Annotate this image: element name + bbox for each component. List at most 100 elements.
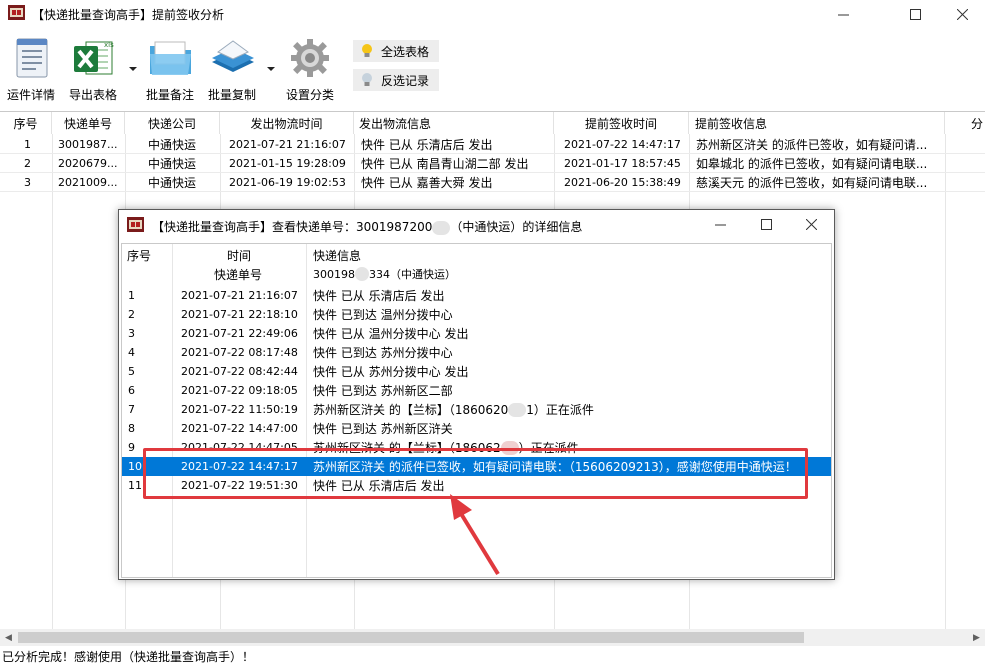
row-time: 2021-07-21 22:18:10 xyxy=(181,308,298,321)
row-time: 2021-07-22 09:18:05 xyxy=(181,384,298,397)
list-item[interactable]: 4 2021-07-22 08:17:48 快件 已到达 苏州分拨中心 xyxy=(122,343,831,362)
row-sign-time: 2021-07-22 14:47:17 xyxy=(564,138,681,151)
col-header-category[interactable]: 分 xyxy=(945,112,985,134)
row-sign-info: 慈溪天元 的派件已签收，如有疑问请电联... xyxy=(696,176,928,190)
waybill-detail-button[interactable]: 运件详情 xyxy=(6,34,58,102)
batch-copy-button[interactable]: 批量复制 xyxy=(206,34,260,102)
row-time: 2021-07-21 22:49:06 xyxy=(181,327,298,340)
row-sign-time: 2021-01-17 18:57:45 xyxy=(564,157,681,170)
row-info: 快件 已到达 苏州新区浒关 xyxy=(313,422,453,436)
col-header-sign-info[interactable]: 提前签收信息 xyxy=(689,112,945,134)
maximize-icon xyxy=(760,218,772,230)
folder-icon xyxy=(150,41,191,75)
annotation-arrow-icon xyxy=(450,494,500,576)
row-company: 中通快运 xyxy=(148,176,197,190)
redacted-mark xyxy=(432,220,451,235)
row-ship-info: 快件 已从 乐清店后 发出 xyxy=(361,138,493,152)
row-ship-time: 2021-06-19 19:02:53 xyxy=(229,176,346,189)
minimize-icon xyxy=(714,224,726,225)
dialog-maximize-button[interactable] xyxy=(743,210,789,238)
col-header-info[interactable]: 快递信息 xyxy=(313,246,361,264)
gear-icon xyxy=(291,39,329,77)
row-time: 2021-07-22 08:17:48 xyxy=(181,346,298,359)
row-info: 快件 已到达 温州分拨中心 xyxy=(313,308,453,322)
row-index: 10 xyxy=(128,460,142,473)
row-index: 4 xyxy=(128,346,135,359)
row-company: 中通快运 xyxy=(148,157,197,171)
invert-selection-button[interactable]: 反选记录 xyxy=(353,69,439,91)
copy-stack-icon xyxy=(212,40,254,72)
row-tracking: 2021009... xyxy=(58,176,118,189)
horizontal-scrollbar[interactable]: ◀ ▶ xyxy=(0,629,985,646)
row-index: 7 xyxy=(128,403,135,416)
lightbulb-icon xyxy=(362,44,372,57)
toolbar: 运件详情 xls 导出表格 批量备注 批量复制 设置分类 全选表格 反选记录 xyxy=(0,30,985,106)
list-item[interactable]: 7 2021-07-22 11:50:19 苏州新区浒关 的【兰标】（18606… xyxy=(122,400,831,419)
status-bar: 已分析完成！感谢使用（快递批量查询高手）！ xyxy=(2,650,255,664)
dialog-minimize-button[interactable] xyxy=(697,210,743,238)
scroll-right-icon[interactable]: ▶ xyxy=(968,629,985,646)
waybill-detail-label: 运件详情 xyxy=(7,88,56,102)
col-header-company[interactable]: 快递公司 xyxy=(125,112,220,134)
tracking-number-value: 300198 334（中通快运） xyxy=(313,267,456,281)
list-item[interactable]: 3 2021-07-21 22:49:06 快件 已从 温州分拨中心 发出 xyxy=(122,324,831,343)
col-header-sign-time[interactable]: 提前签收时间 xyxy=(554,112,689,134)
row-sign-info: 如皋城北 的派件已签收，如有疑问请电联... xyxy=(696,157,928,171)
col-header-ship-time[interactable]: 发出物流时间 xyxy=(220,112,354,134)
row-index: 2 xyxy=(24,157,31,170)
scrollbar-thumb[interactable] xyxy=(18,632,804,643)
row-info: 苏州新区浒关 的【兰标】（1860620 1）正在派件 xyxy=(313,402,594,417)
svg-text:xls: xls xyxy=(104,41,114,49)
list-item[interactable]: 5 2021-07-22 08:42:44 快件 已从 苏州分拨中心 发出 xyxy=(122,362,831,381)
row-index: 1 xyxy=(24,138,31,151)
batch-note-label: 批量备注 xyxy=(146,88,195,102)
row-sign-info: 苏州新区浒关 的派件已签收，如有疑问请... xyxy=(696,138,928,152)
row-ship-info: 快件 已从 南昌青山湖二部 发出 xyxy=(361,157,529,171)
list-item[interactable]: 2 2021-07-21 22:18:10 快件 已到达 温州分拨中心 xyxy=(122,305,831,324)
row-info: 快件 已到达 苏州新区二部 xyxy=(313,384,453,398)
col-header-index[interactable]: 序号 xyxy=(0,112,52,134)
col-header-index[interactable]: 序号 xyxy=(127,246,151,264)
set-category-button[interactable]: 设置分类 xyxy=(282,34,338,102)
batch-note-button[interactable]: 批量备注 xyxy=(144,34,198,102)
row-ship-info: 快件 已从 嘉善大舜 发出 xyxy=(361,176,493,190)
select-all-button[interactable]: 全选表格 xyxy=(353,40,439,62)
row-sign-time: 2021-06-20 15:38:49 xyxy=(564,176,681,189)
row-index: 2 xyxy=(128,308,135,321)
dialog-close-button[interactable] xyxy=(788,210,834,238)
export-table-label: 导出表格 xyxy=(69,88,118,102)
list-item[interactable]: 8 2021-07-22 14:47:00 快件 已到达 苏州新区浒关 xyxy=(122,419,831,438)
minimize-icon xyxy=(837,14,849,15)
tracking-number-label: 快递单号 xyxy=(214,267,263,282)
row-index: 8 xyxy=(128,422,135,435)
row-index: 1 xyxy=(128,289,135,302)
copy-dropdown-icon[interactable] xyxy=(266,64,276,74)
maximize-icon xyxy=(909,8,921,20)
row-info: 快件 已从 乐清店后 发出 xyxy=(313,289,445,303)
minimize-button[interactable] xyxy=(820,0,866,28)
title-bar: 【快递批量查询高手】提前签收分析 xyxy=(0,0,985,28)
row-index: 5 xyxy=(128,365,135,378)
select-all-label: 全选表格 xyxy=(381,44,430,59)
row-time: 2021-07-22 14:47:00 xyxy=(181,422,298,435)
row-ship-time: 2021-07-21 21:16:07 xyxy=(229,138,346,151)
close-button[interactable] xyxy=(939,0,985,28)
scroll-left-icon[interactable]: ◀ xyxy=(0,629,17,646)
list-item[interactable]: 6 2021-07-22 09:18:05 快件 已到达 苏州新区二部 xyxy=(122,381,831,400)
col-header-time[interactable]: 时间 xyxy=(227,246,251,264)
list-item[interactable]: 1 2021-07-21 21:16:07 快件 已从 乐清店后 发出 xyxy=(122,286,831,305)
app-logo-icon xyxy=(127,217,144,232)
col-header-tracking[interactable]: 快递单号 xyxy=(52,112,125,134)
export-table-button[interactable]: xls 导出表格 xyxy=(66,34,122,102)
set-category-label: 设置分类 xyxy=(286,88,335,102)
maximize-button[interactable] xyxy=(892,0,938,28)
row-info: 快件 已从 苏州分拨中心 发出 xyxy=(313,365,469,379)
row-index: 11 xyxy=(128,479,142,492)
redacted-mark xyxy=(508,402,527,417)
dialog-title-bar: 【快递批量查询高手】查看快递单号：3001987200 （中通快运）的详细信息 xyxy=(119,210,834,240)
export-dropdown-icon[interactable] xyxy=(128,64,138,74)
lightbulb-off-icon xyxy=(362,73,372,86)
app-logo-icon xyxy=(8,5,25,20)
col-header-ship-info[interactable]: 发出物流信息 xyxy=(354,112,554,134)
row-info: 快件 已从 温州分拨中心 发出 xyxy=(313,327,469,341)
